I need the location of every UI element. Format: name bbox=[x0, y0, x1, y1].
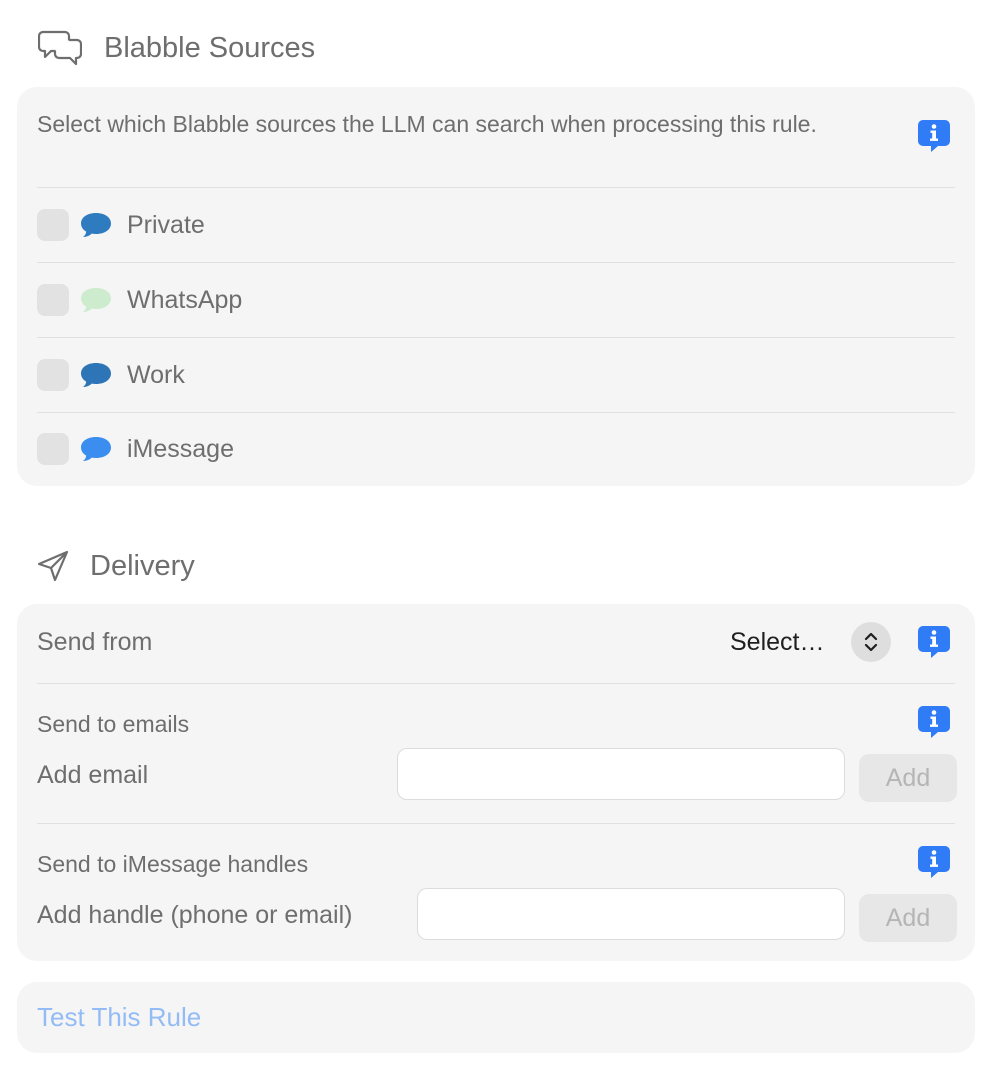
chat-bubbles-icon bbox=[38, 30, 82, 66]
sources-description: Select which Blabble sources the LLM can… bbox=[37, 111, 817, 137]
chat-bubble-icon bbox=[81, 437, 111, 461]
info-icon[interactable] bbox=[917, 625, 951, 659]
chevron-up-down-icon bbox=[864, 632, 878, 652]
chat-bubble-icon bbox=[81, 288, 111, 312]
chat-bubble-icon bbox=[81, 363, 111, 387]
delivery-section-header: Delivery bbox=[36, 546, 195, 586]
add-email-label: Add email bbox=[37, 761, 149, 789]
info-icon[interactable] bbox=[917, 119, 951, 153]
divider bbox=[37, 823, 955, 824]
add-handle-label: Add handle (phone or email) bbox=[37, 901, 353, 929]
source-item-private[interactable]: Private bbox=[37, 188, 955, 262]
source-label: Private bbox=[127, 210, 205, 239]
delivery-card: Send from Select… Send to emails Add ema… bbox=[17, 604, 975, 961]
sources-section-title: Blabble Sources bbox=[104, 31, 316, 64]
info-icon[interactable] bbox=[917, 845, 951, 879]
add-email-button[interactable]: Add bbox=[859, 754, 957, 802]
test-card: Test This Rule bbox=[17, 982, 975, 1053]
source-item-imessage[interactable]: iMessage bbox=[37, 412, 955, 486]
sources-card: Select which Blabble sources the LLM can… bbox=[17, 87, 975, 486]
divider bbox=[37, 683, 955, 684]
test-rule-button[interactable]: Test This Rule bbox=[37, 1002, 201, 1033]
source-label: iMessage bbox=[127, 434, 234, 463]
email-input[interactable] bbox=[397, 748, 845, 800]
send-to-emails-label: Send to emails bbox=[37, 711, 190, 737]
chat-bubble-icon bbox=[81, 213, 111, 237]
info-icon[interactable] bbox=[917, 705, 951, 739]
send-to-imessage-label: Send to iMessage handles bbox=[37, 851, 309, 877]
add-handle-button[interactable]: Add bbox=[859, 894, 957, 942]
send-from-select[interactable]: Select… bbox=[730, 628, 824, 657]
source-item-whatsapp[interactable]: WhatsApp bbox=[37, 263, 955, 337]
source-label: Work bbox=[127, 360, 185, 389]
source-label: WhatsApp bbox=[127, 285, 243, 314]
source-checkbox[interactable] bbox=[37, 433, 69, 465]
paper-plane-icon bbox=[37, 550, 69, 582]
delivery-section-title: Delivery bbox=[90, 549, 195, 582]
handle-input[interactable] bbox=[417, 888, 845, 940]
source-checkbox[interactable] bbox=[37, 359, 69, 391]
source-item-work[interactable]: Work bbox=[37, 338, 955, 412]
source-checkbox[interactable] bbox=[37, 209, 69, 241]
sources-section-header: Blabble Sources bbox=[38, 28, 315, 68]
send-from-label: Send from bbox=[37, 628, 153, 656]
send-from-stepper[interactable] bbox=[851, 622, 891, 662]
source-checkbox[interactable] bbox=[37, 284, 69, 316]
